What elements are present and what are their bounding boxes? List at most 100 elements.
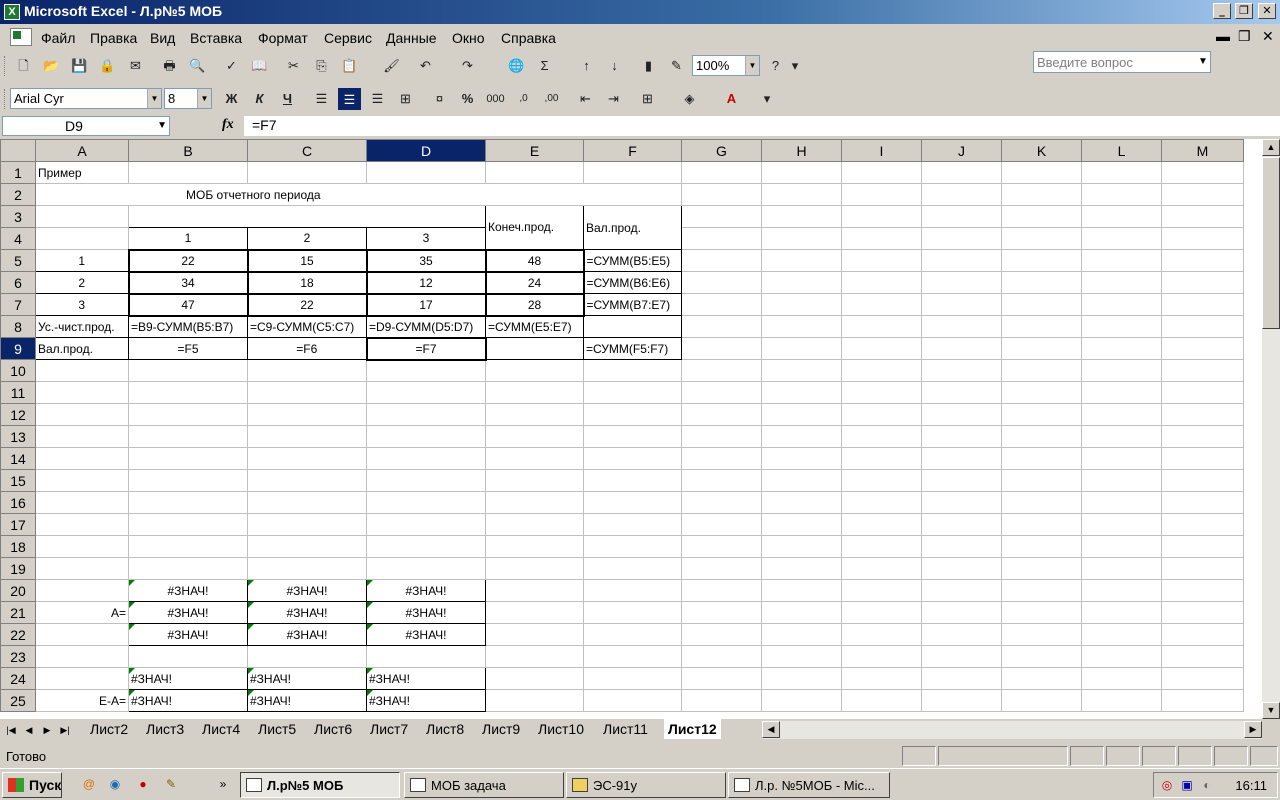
cell[interactable] bbox=[35, 205, 129, 228]
cell[interactable] bbox=[841, 535, 922, 558]
cell[interactable] bbox=[1001, 645, 1082, 668]
cell[interactable] bbox=[921, 513, 1002, 536]
toolbar-grip[interactable] bbox=[4, 56, 7, 76]
cell[interactable]: 3 bbox=[366, 227, 486, 250]
cell[interactable] bbox=[1081, 469, 1162, 492]
cell[interactable] bbox=[841, 557, 922, 580]
error-cell[interactable]: #ЗНАЧ! bbox=[247, 579, 367, 602]
cell[interactable] bbox=[485, 337, 584, 360]
cell[interactable] bbox=[761, 425, 842, 448]
cell[interactable] bbox=[1001, 447, 1082, 470]
sheet-tab[interactable]: Лист7 bbox=[370, 719, 408, 739]
cell[interactable] bbox=[247, 557, 367, 580]
help-icon[interactable]: ? bbox=[764, 55, 787, 77]
cell[interactable] bbox=[761, 403, 842, 426]
cell[interactable] bbox=[1081, 293, 1162, 316]
cell[interactable] bbox=[841, 667, 922, 690]
cell[interactable] bbox=[128, 205, 486, 228]
sort-descending-icon[interactable]: ↓ bbox=[603, 55, 626, 77]
error-cell[interactable]: #ЗНАЧ! bbox=[128, 579, 248, 602]
cell[interactable]: =B9-СУММ(B5:B7) bbox=[128, 315, 248, 338]
row-header[interactable]: 16 bbox=[0, 491, 36, 514]
cell[interactable] bbox=[583, 161, 682, 184]
column-header[interactable]: A bbox=[35, 139, 129, 162]
cell[interactable] bbox=[681, 183, 762, 206]
menu-insert[interactable]: Вставка bbox=[190, 30, 242, 46]
cell[interactable] bbox=[1001, 183, 1082, 206]
cell[interactable] bbox=[1161, 161, 1244, 184]
merge-center-icon[interactable]: ⊞ bbox=[394, 88, 417, 110]
cell[interactable] bbox=[921, 205, 1002, 228]
row-header[interactable]: 8 bbox=[0, 315, 36, 338]
toolbar-grip[interactable] bbox=[4, 89, 7, 109]
cell[interactable] bbox=[1001, 557, 1082, 580]
cell[interactable] bbox=[1081, 535, 1162, 558]
last-sheet-icon[interactable]: ▶| bbox=[58, 722, 72, 738]
cell[interactable] bbox=[1081, 359, 1162, 382]
workbook-icon[interactable] bbox=[10, 28, 32, 46]
cell[interactable] bbox=[841, 447, 922, 470]
cell[interactable]: =F6 bbox=[247, 337, 367, 360]
cell[interactable] bbox=[35, 667, 129, 690]
cell[interactable] bbox=[921, 293, 1002, 316]
cell[interactable] bbox=[921, 337, 1002, 360]
row-header[interactable]: 10 bbox=[0, 359, 36, 382]
cell[interactable] bbox=[681, 271, 762, 294]
browser-icon[interactable]: @ bbox=[80, 775, 98, 793]
cell[interactable] bbox=[1161, 623, 1244, 646]
column-header-active[interactable]: D bbox=[366, 139, 486, 162]
cell[interactable] bbox=[1081, 381, 1162, 404]
cell[interactable] bbox=[841, 491, 922, 514]
cell[interactable] bbox=[583, 315, 682, 338]
paste-icon[interactable]: 📋 bbox=[338, 55, 361, 77]
row-header[interactable]: 13 bbox=[0, 425, 36, 448]
row-header[interactable]: 22 bbox=[0, 623, 36, 646]
cell[interactable] bbox=[841, 205, 922, 228]
cell[interactable] bbox=[841, 513, 922, 536]
cell[interactable] bbox=[485, 689, 584, 712]
font-size-select[interactable]: 8 ▼ bbox=[164, 88, 212, 109]
cell[interactable] bbox=[583, 645, 682, 668]
cell[interactable] bbox=[841, 337, 922, 360]
cell[interactable] bbox=[35, 513, 129, 536]
toolbar-options-icon[interactable]: ▾ bbox=[788, 55, 802, 77]
cell[interactable] bbox=[761, 557, 842, 580]
cell[interactable] bbox=[921, 535, 1002, 558]
cell[interactable]: =СУММ(F5:F7) bbox=[583, 337, 682, 360]
start-button[interactable]: Пуск bbox=[2, 772, 62, 798]
undo-icon[interactable]: ↶ bbox=[414, 55, 437, 77]
cell[interactable] bbox=[485, 469, 584, 492]
format-painter-icon[interactable]: 🖌 bbox=[380, 55, 403, 77]
cell[interactable] bbox=[35, 425, 129, 448]
cell[interactable] bbox=[921, 645, 1002, 668]
cell[interactable] bbox=[247, 447, 367, 470]
cell[interactable] bbox=[1081, 645, 1162, 668]
cell[interactable] bbox=[1001, 513, 1082, 536]
thousands-icon[interactable]: 000 bbox=[484, 88, 507, 110]
column-header[interactable]: F bbox=[583, 139, 682, 162]
cell[interactable] bbox=[681, 579, 762, 602]
cell[interactable] bbox=[1161, 535, 1244, 558]
worksheet[interactable]: A B C D E F G H I J K L M 1 Пример 2 МОБ… bbox=[0, 139, 1262, 719]
cell[interactable] bbox=[681, 623, 762, 646]
cell[interactable] bbox=[1161, 447, 1244, 470]
column-header[interactable]: K bbox=[1001, 139, 1082, 162]
row-header[interactable]: 3 bbox=[0, 205, 36, 228]
cell[interactable] bbox=[1001, 469, 1082, 492]
cell[interactable] bbox=[921, 315, 1002, 338]
cell[interactable] bbox=[681, 425, 762, 448]
cell[interactable] bbox=[247, 161, 367, 184]
font-select[interactable]: Arial Cyr ▼ bbox=[10, 88, 162, 109]
row-header[interactable]: 20 bbox=[0, 579, 36, 602]
error-cell[interactable]: #ЗНАЧ! bbox=[366, 623, 486, 646]
cell[interactable] bbox=[485, 491, 584, 514]
cell[interactable] bbox=[1081, 579, 1162, 602]
insert-function-icon[interactable]: fx bbox=[222, 117, 234, 133]
cell[interactable] bbox=[761, 315, 842, 338]
drawing-icon[interactable]: ✎ bbox=[665, 55, 688, 77]
cell[interactable] bbox=[1161, 645, 1244, 668]
cell[interactable] bbox=[128, 469, 248, 492]
cell[interactable] bbox=[485, 579, 584, 602]
cell[interactable] bbox=[1161, 513, 1244, 536]
cell[interactable] bbox=[841, 403, 922, 426]
